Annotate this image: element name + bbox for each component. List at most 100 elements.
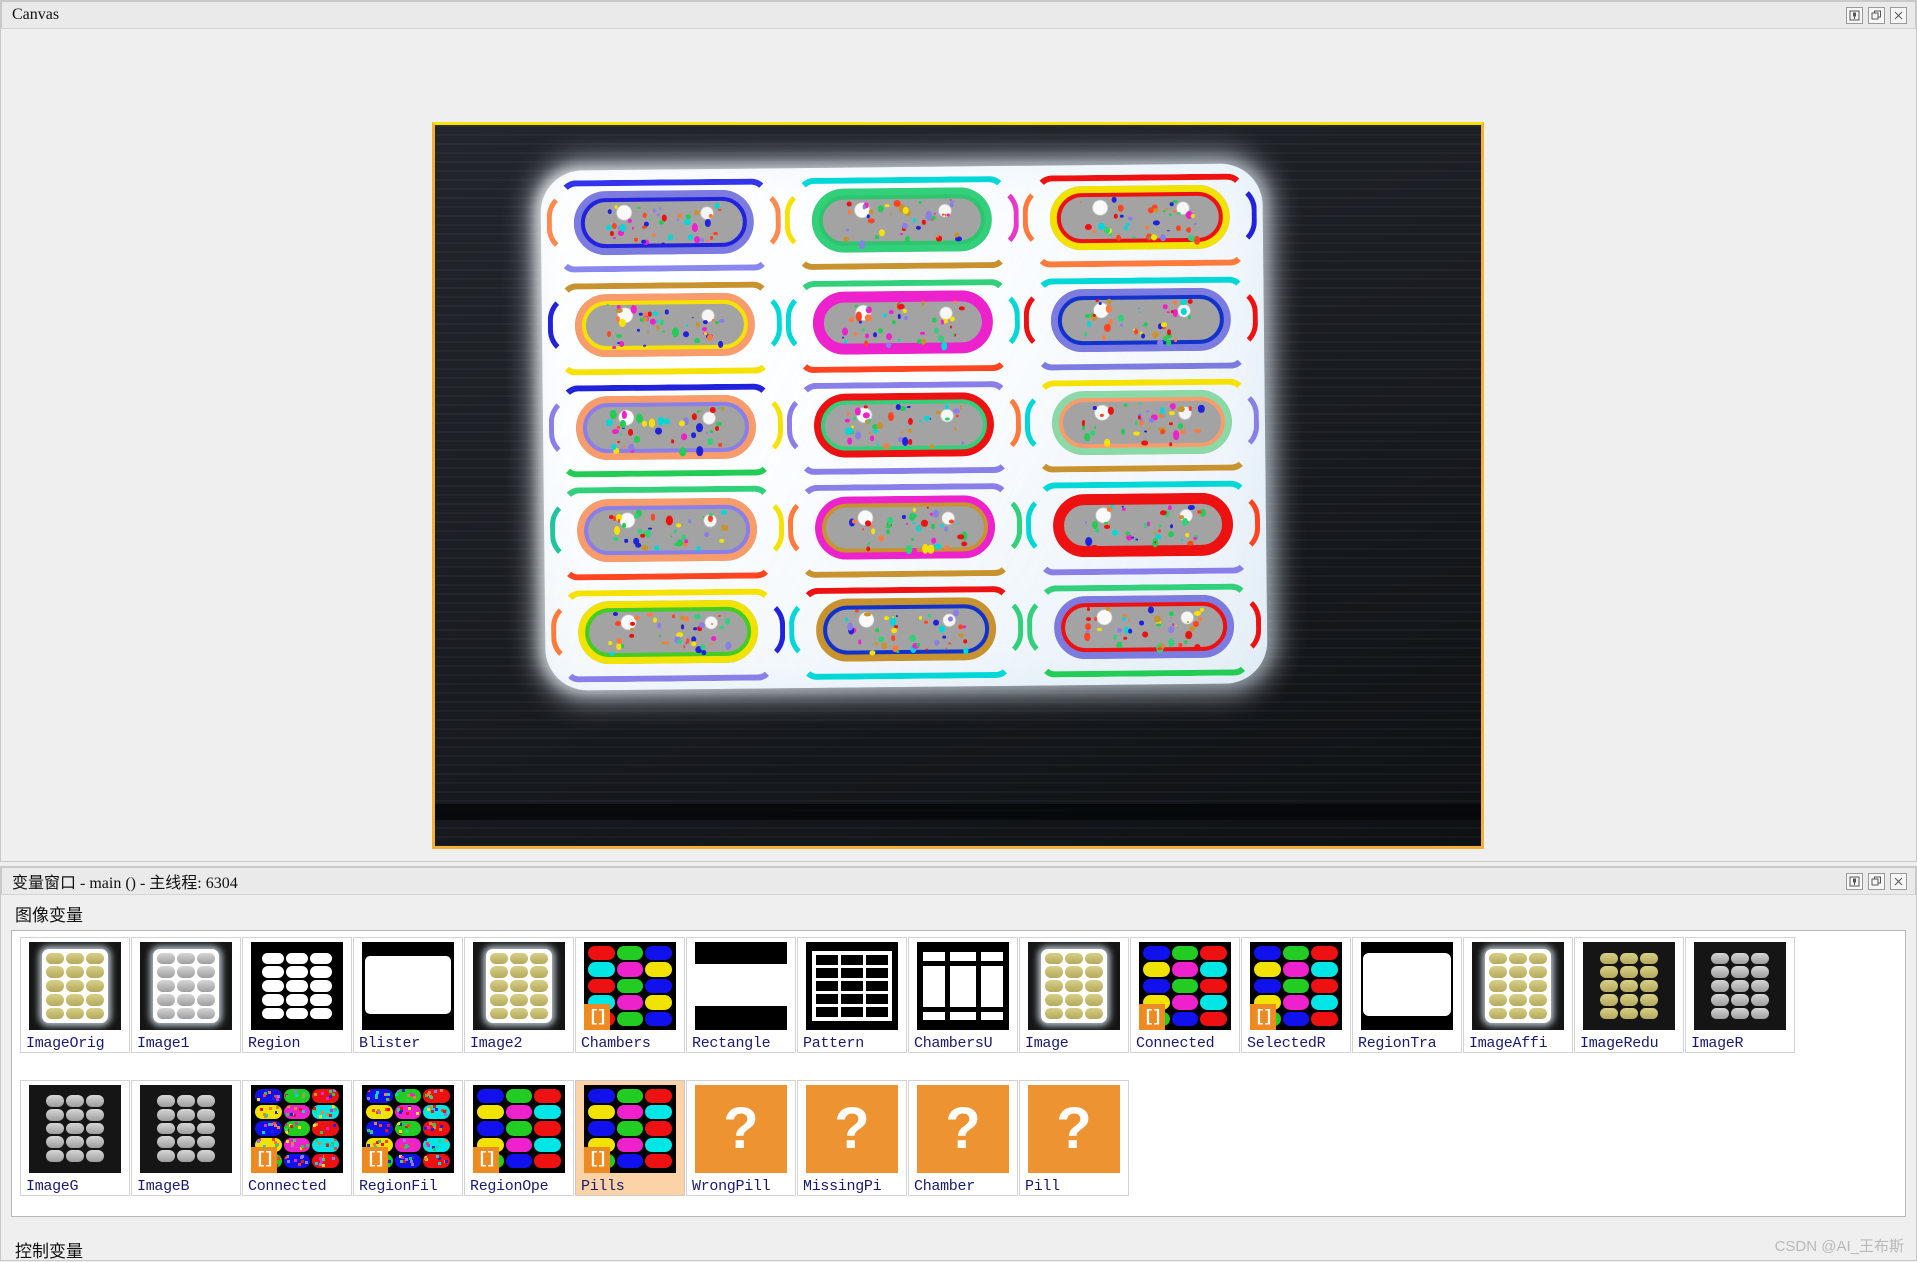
- array-badge-icon: []: [584, 1146, 610, 1173]
- close-icon[interactable]: [1890, 6, 1907, 24]
- image-variable-item[interactable]: ? Chamber: [908, 1079, 1018, 1196]
- image-variable-item[interactable]: Region: [242, 937, 352, 1053]
- image-variable-item[interactable]: ImageRedu: [1574, 937, 1684, 1053]
- segment-speck: [846, 228, 849, 232]
- image-variable-item[interactable]: RegionTra: [1352, 937, 1462, 1053]
- image-variable-item[interactable]: ImageB: [131, 1079, 241, 1196]
- segment-speck: [878, 327, 883, 334]
- array-badge-icon: []: [1139, 1004, 1165, 1030]
- canvas-viewport[interactable]: [2, 29, 1915, 860]
- image-variable-item[interactable]: [] RegionOpe: [464, 1079, 574, 1196]
- pill-cell: [546, 377, 785, 482]
- pill-boundary-arc: [546, 190, 600, 255]
- thumb-capsule: [1254, 946, 1281, 961]
- segment-speck: [673, 529, 677, 534]
- image-variable-item[interactable]: [] Connected: [242, 1079, 352, 1196]
- pin-icon[interactable]: [1846, 6, 1863, 24]
- variable-name-label: Image1: [137, 1035, 190, 1052]
- segment-speck: [1125, 222, 1130, 226]
- segment-speck: [897, 314, 901, 319]
- segment-speck: [619, 223, 626, 232]
- segment-speck: [1117, 315, 1125, 322]
- segment-speck: [719, 625, 724, 629]
- segment-speck: [639, 533, 646, 538]
- image-variable-item[interactable]: [] SelectedR: [1241, 937, 1351, 1053]
- variable-thumbnail: []: [584, 942, 676, 1030]
- segment-speck: [691, 223, 698, 232]
- image-variable-item[interactable]: [] Chambers: [575, 937, 685, 1053]
- variable-thumbnail: []: [584, 1084, 676, 1173]
- segment-speck: [1167, 625, 1174, 633]
- image-variable-item[interactable]: ImageAffi: [1463, 937, 1573, 1053]
- variable-name-label: RegionFil: [359, 1177, 438, 1195]
- pill-cell: [1021, 270, 1260, 375]
- unknown-variable-icon: ?: [695, 1084, 787, 1173]
- variable-thumbnail: [140, 1084, 232, 1173]
- close-icon[interactable]: [1890, 872, 1907, 890]
- variable-thumbnail: []: [473, 1084, 565, 1173]
- thumb-rectangle-region: [695, 942, 787, 1030]
- image-variables-list[interactable]: ImageOrig Image1 Region Blister Image2 [] Cham…: [11, 930, 1906, 1217]
- thumb-capsule: [1282, 978, 1310, 994]
- pill-boundary-arc: [549, 395, 603, 460]
- displayed-image[interactable]: [432, 122, 1484, 849]
- segment-speck: [1154, 331, 1159, 337]
- thumb-capsule: [588, 978, 615, 994]
- array-badge-icon: []: [473, 1146, 499, 1173]
- thumb-capsule: [534, 1104, 561, 1120]
- image-variable-item[interactable]: [] Pills: [575, 1079, 685, 1196]
- segment-speck: [617, 425, 620, 429]
- restore-icon[interactable]: [1868, 872, 1885, 890]
- segment-speck: [695, 322, 700, 327]
- pill-boundary-arc: [1022, 185, 1076, 250]
- pin-icon[interactable]: [1846, 872, 1863, 890]
- watermark: CSDN @AI_王布斯: [1774, 1238, 1904, 1255]
- thumb-capsule: [616, 1088, 644, 1103]
- segment-speck: [1142, 631, 1148, 638]
- unknown-variable-icon: ?: [1028, 1084, 1120, 1173]
- segment-speck: [631, 226, 635, 230]
- thumb-pattern-region: [806, 942, 898, 1030]
- pill-boundary-arc: [966, 288, 1020, 353]
- thumb-capsule: [645, 946, 672, 961]
- image-variable-item[interactable]: Blister: [353, 937, 463, 1053]
- image-variable-item[interactable]: ImageOrig: [20, 937, 130, 1053]
- segment-speck: [864, 313, 872, 322]
- variable-name-label: ImageR: [1691, 1035, 1744, 1052]
- segment-speck: [921, 519, 928, 527]
- thumb-capsule: [645, 1104, 672, 1120]
- image-variable-item[interactable]: Pattern: [797, 937, 907, 1053]
- image-variable-item[interactable]: Rectangle: [686, 937, 796, 1053]
- segment-speck: [885, 529, 890, 535]
- variable-window-title: 变量窗口 - main () - 主线程: 6304: [12, 875, 238, 892]
- thumb-photo: [29, 942, 121, 1030]
- segment-speck: [1085, 223, 1092, 231]
- thumb-capsule: [1143, 978, 1170, 994]
- image-variable-item[interactable]: Image1: [131, 937, 241, 1053]
- pill-boundary-arc: [1205, 388, 1259, 453]
- image-variable-item[interactable]: ChambersU: [908, 937, 1018, 1053]
- restore-icon[interactable]: [1868, 6, 1885, 24]
- variable-name-label: MissingPi: [803, 1177, 882, 1195]
- image-variable-item[interactable]: Image2: [464, 937, 574, 1053]
- canvas-title: Canvas: [12, 6, 60, 23]
- image-variable-item[interactable]: ? MissingPi: [797, 1079, 907, 1196]
- thumb-capsule: [255, 1104, 282, 1120]
- thumb-capsule: [645, 1137, 672, 1153]
- image-variable-item[interactable]: Image: [1019, 937, 1129, 1053]
- segment-speck: [891, 628, 897, 634]
- image-variable-item[interactable]: ? WrongPill: [686, 1079, 796, 1196]
- segment-speck: [643, 317, 648, 322]
- image-variable-item[interactable]: [] RegionFil: [353, 1079, 463, 1196]
- thumb-capsule: [588, 1104, 615, 1120]
- image-variable-item[interactable]: ImageG: [20, 1079, 130, 1196]
- variable-name-label: Chambers: [581, 1035, 651, 1052]
- segment-speck: [1081, 420, 1085, 426]
- thumb-capsule: [505, 1137, 533, 1153]
- image-variable-item[interactable]: ? Pill: [1019, 1079, 1129, 1196]
- pill-boundary-arc: [970, 595, 1024, 660]
- segment-speck: [1176, 224, 1182, 231]
- thumb-capsule: [1311, 995, 1338, 1010]
- image-variable-item[interactable]: ImageR: [1685, 937, 1795, 1053]
- image-variable-item[interactable]: [] Connected: [1130, 937, 1240, 1053]
